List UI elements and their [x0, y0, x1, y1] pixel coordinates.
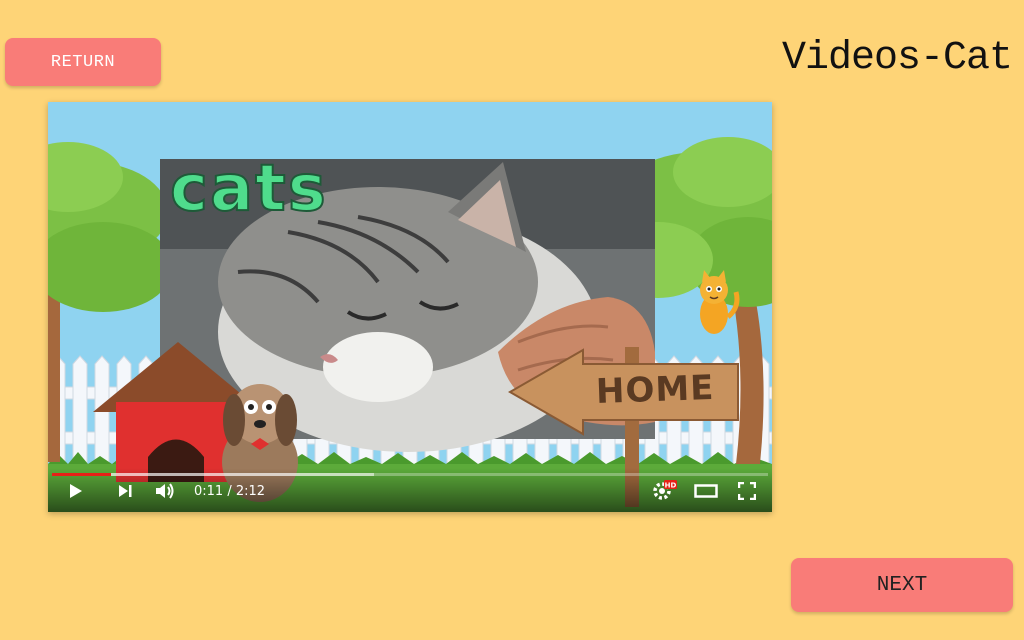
next-icon[interactable]	[116, 482, 134, 500]
page-title: Videos-Cat	[781, 36, 1013, 81]
progress-played	[52, 473, 112, 476]
theater-icon[interactable]	[694, 482, 718, 500]
fullscreen-icon[interactable]	[738, 482, 756, 500]
video-frame	[48, 102, 772, 512]
return-button[interactable]: RETURN	[5, 38, 161, 86]
progress-bar[interactable]	[52, 473, 768, 476]
cats-overlay-text: cats	[169, 152, 328, 226]
hd-badge: HD	[665, 482, 677, 490]
video-player[interactable]: cats HOME 0:11 / 2:12 HD	[48, 102, 772, 512]
next-button[interactable]: NEXT	[791, 558, 1013, 612]
settings-icon[interactable]: HD	[652, 478, 678, 502]
time-display: 0:11 / 2:12	[194, 484, 266, 499]
home-sign-label: HOME	[595, 367, 716, 413]
volume-icon[interactable]	[154, 482, 176, 500]
video-controls: 0:11 / 2:12 HD	[48, 468, 772, 512]
play-icon[interactable]	[66, 482, 84, 500]
